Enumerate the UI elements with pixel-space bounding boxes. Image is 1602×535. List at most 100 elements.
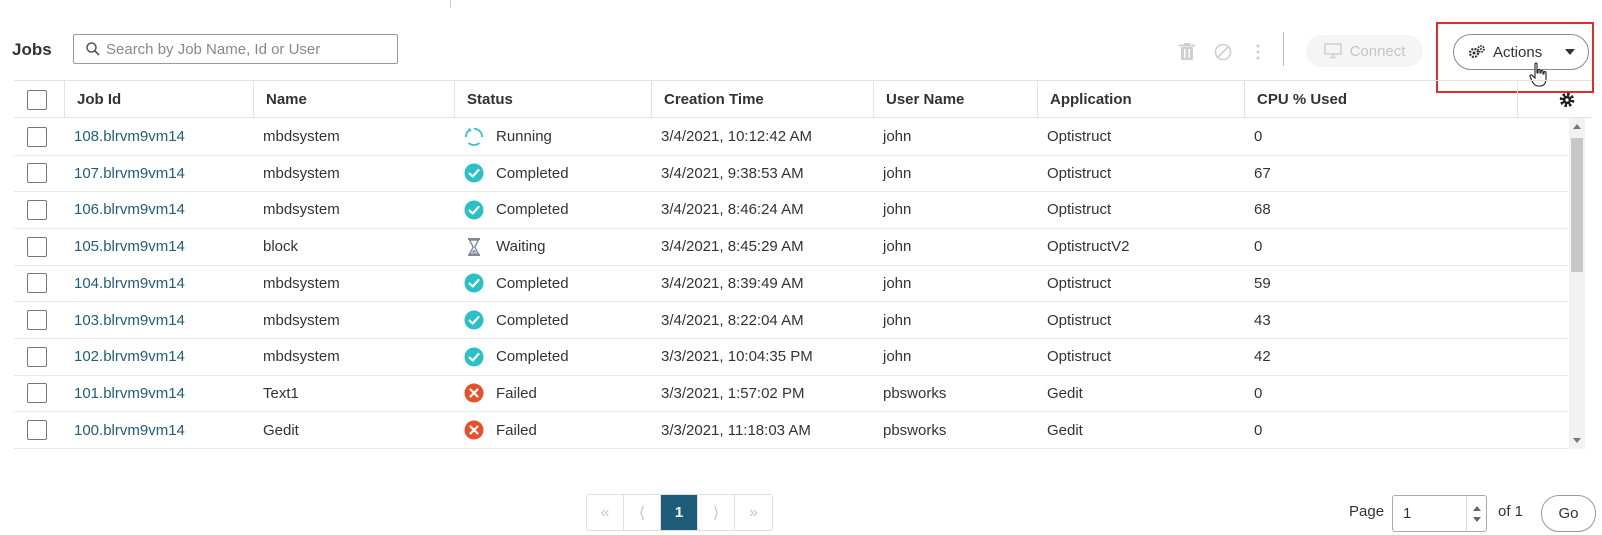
- trash-icon[interactable]: [1177, 42, 1197, 62]
- user-name-cell: john: [883, 164, 912, 182]
- block-icon[interactable]: [1213, 42, 1233, 62]
- cpu-used-cell: 0: [1254, 128, 1263, 145]
- row-select-cell: [27, 265, 47, 302]
- current-page-button[interactable]: 1: [661, 495, 698, 530]
- status-cell: Running: [464, 118, 552, 155]
- column-settings-button[interactable]: [1558, 81, 1576, 118]
- job-id-link[interactable]: 103.blrvm9vm14: [74, 302, 185, 339]
- creation-time-cell: 3/4/2021, 8:39:49 AM: [661, 274, 804, 292]
- column-header-user-name[interactable]: User Name: [873, 81, 1037, 118]
- gears-icon: [1468, 45, 1485, 59]
- row-select-cell: [27, 191, 47, 228]
- status-label: Failed: [496, 421, 537, 439]
- table-row[interactable]: 101.blrvm9vm14 Text1 Failed 3/3/2021, 1:57:…: [14, 375, 1568, 413]
- job-id-link[interactable]: 101.blrvm9vm14: [74, 375, 185, 412]
- column-header-name[interactable]: Name: [253, 81, 454, 118]
- table-row[interactable]: 103.blrvm9vm14 mbdsystem Completed 3/4/2021…: [14, 302, 1568, 339]
- select-all-checkbox[interactable]: [27, 89, 47, 110]
- page-number-input[interactable]: 1: [1392, 495, 1487, 532]
- row-checkbox[interactable]: [27, 383, 47, 404]
- scroll-thumb[interactable]: [1571, 138, 1583, 272]
- column-header-creation-time[interactable]: Creation Time: [651, 81, 873, 118]
- page-title: Jobs: [12, 40, 52, 59]
- column-header-job-id[interactable]: Job Id: [64, 81, 254, 118]
- table-row[interactable]: 100.blrvm9vm14 Gedit Failed 3/3/2021, 11:18…: [14, 412, 1568, 449]
- application-cell: Optistruct: [1047, 128, 1112, 145]
- scroll-up-arrow-icon[interactable]: [1573, 124, 1581, 129]
- previous-page-button[interactable]: ⟨: [624, 495, 661, 530]
- job-name-cell: mbdsystem: [263, 201, 340, 219]
- application-cell: Gedit: [1047, 384, 1083, 402]
- row-select-cell: [27, 302, 47, 339]
- job-name-cell: mbdsystem: [263, 164, 340, 182]
- actions-button[interactable]: Actions: [1453, 34, 1589, 70]
- monitor-icon: [1323, 43, 1342, 59]
- row-checkbox[interactable]: [27, 126, 47, 147]
- job-id-link[interactable]: 108.blrvm9vm14: [74, 118, 185, 155]
- status-label: Running: [496, 128, 552, 145]
- status-cell: Completed: [464, 302, 569, 339]
- row-checkbox[interactable]: [27, 420, 47, 441]
- cpu-used-cell: 59: [1254, 274, 1271, 292]
- jobs-table: Job Id Name Status Creation Time User Na…: [14, 80, 1592, 449]
- scroll-down-arrow-icon[interactable]: [1573, 438, 1581, 443]
- table-body: 108.blrvm9vm14 mbdsystem Running 3/4/2021, …: [14, 118, 1568, 449]
- application-cell: Optistruct: [1047, 274, 1112, 292]
- status-label: Completed: [496, 274, 569, 292]
- connect-label: Connect: [1349, 42, 1406, 60]
- table-row[interactable]: 105.blrvm9vm14 block Waiting 3/4/2021, 8:45…: [14, 228, 1568, 266]
- search-box[interactable]: [73, 34, 398, 64]
- last-page-button[interactable]: »: [735, 495, 772, 530]
- status-cell: Failed: [464, 375, 537, 412]
- row-checkbox[interactable]: [27, 310, 47, 330]
- cpu-used-cell: 0: [1254, 384, 1263, 402]
- job-id-link[interactable]: 106.blrvm9vm14: [74, 191, 185, 228]
- table-row[interactable]: 107.blrvm9vm14 mbdsystem Completed 3/4/2021…: [14, 155, 1568, 193]
- status-cell: Failed: [464, 412, 537, 449]
- row-select-cell: [27, 118, 47, 155]
- status-cell: Completed: [464, 265, 569, 302]
- stepper-up-icon[interactable]: [1472, 505, 1481, 511]
- table-row[interactable]: 102.blrvm9vm14 mbdsystem Completed 3/3/2021…: [14, 338, 1568, 376]
- search-input[interactable]: [106, 40, 386, 58]
- cpu-used-cell: 43: [1254, 311, 1271, 329]
- application-cell: Optistruct: [1047, 164, 1112, 182]
- row-select-cell: [27, 412, 47, 449]
- next-page-button[interactable]: ⟩: [698, 495, 735, 530]
- vertical-scrollbar[interactable]: [1569, 118, 1585, 449]
- row-checkbox[interactable]: [27, 236, 47, 257]
- cpu-used-cell: 0: [1254, 238, 1263, 256]
- column-header-application[interactable]: Application: [1037, 81, 1244, 118]
- connect-button[interactable]: Connect: [1306, 35, 1423, 67]
- job-id-link[interactable]: 100.blrvm9vm14: [74, 412, 185, 449]
- gear-icon: [1559, 92, 1575, 107]
- row-checkbox[interactable]: [27, 273, 47, 294]
- status-completed-icon: [464, 200, 484, 220]
- job-id-link[interactable]: 104.blrvm9vm14: [74, 265, 185, 302]
- application-cell: OptistructV2: [1047, 238, 1130, 256]
- table-header: Job Id Name Status Creation Time User Na…: [14, 80, 1592, 118]
- job-id-link[interactable]: 102.blrvm9vm14: [74, 338, 185, 375]
- row-select-cell: [27, 228, 47, 265]
- top-divider: [450, 0, 451, 8]
- status-label: Completed: [496, 311, 569, 329]
- job-id-link[interactable]: 105.blrvm9vm14: [74, 228, 185, 265]
- column-header-cpu-used[interactable]: CPU % Used: [1244, 81, 1517, 118]
- table-row[interactable]: 106.blrvm9vm14 mbdsystem Completed 3/4/2021…: [14, 191, 1568, 229]
- pagination: « ⟨ 1 ⟩ »: [586, 494, 773, 531]
- row-checkbox[interactable]: [27, 346, 47, 367]
- job-id-link[interactable]: 107.blrvm9vm14: [74, 155, 185, 192]
- page-stepper[interactable]: [1466, 496, 1486, 531]
- select-all-cell: [14, 81, 64, 118]
- more-vertical-icon[interactable]: [1248, 42, 1268, 62]
- table-row[interactable]: 108.blrvm9vm14 mbdsystem Running 3/4/2021, …: [14, 118, 1568, 156]
- go-button[interactable]: Go: [1541, 495, 1596, 532]
- toolbar-separator: [1283, 32, 1284, 66]
- user-name-cell: john: [883, 238, 912, 256]
- row-checkbox[interactable]: [27, 199, 47, 220]
- table-row[interactable]: 104.blrvm9vm14 mbdsystem Completed 3/4/2021…: [14, 265, 1568, 303]
- first-page-button[interactable]: «: [587, 495, 624, 530]
- row-checkbox[interactable]: [27, 163, 47, 184]
- column-header-status[interactable]: Status: [454, 81, 652, 118]
- stepper-down-icon[interactable]: [1472, 516, 1481, 522]
